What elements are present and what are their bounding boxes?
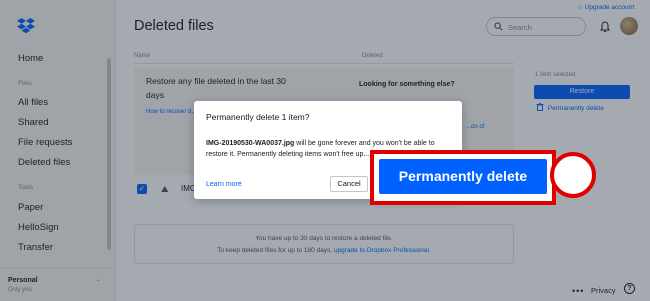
app-window: Home Files All files Shared File request… — [0, 0, 650, 301]
learn-more-link[interactable]: Learn more — [206, 181, 242, 188]
dialog-title: Permanently delete 1 item? — [206, 112, 310, 122]
cancel-button[interactable]: Cancel — [330, 176, 368, 192]
highlight-circle-marker — [550, 152, 596, 198]
dialog-file-name: IMG-20190530-WA0037.jpg — [206, 140, 295, 147]
permanently-delete-button[interactable]: Permanently delete — [379, 159, 547, 194]
